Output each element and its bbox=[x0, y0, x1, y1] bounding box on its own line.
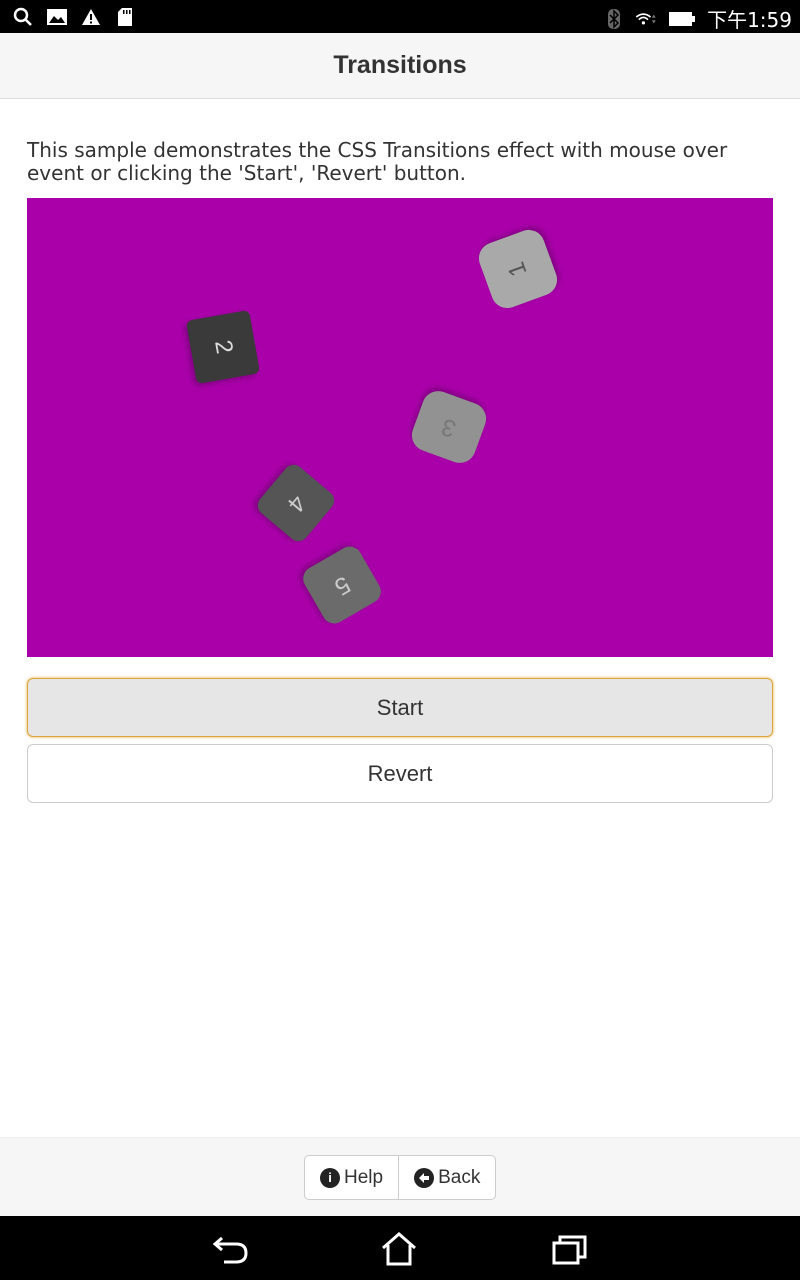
footer-button-group: i Help Back bbox=[304, 1155, 497, 1200]
page-title: Transitions bbox=[333, 51, 467, 79]
back-icon[interactable] bbox=[208, 1230, 252, 1268]
tile-3-label: 3 bbox=[437, 412, 460, 443]
status-bar: 下午1:59 bbox=[0, 0, 800, 33]
tile-1-label: 1 bbox=[502, 258, 533, 281]
tile-5[interactable]: 5 bbox=[298, 542, 386, 628]
tile-4-label: 4 bbox=[281, 489, 312, 518]
sd-card-icon bbox=[114, 6, 136, 28]
tile-3[interactable]: 3 bbox=[407, 386, 491, 468]
transition-stage[interactable]: 1 2 3 4 5 bbox=[27, 198, 773, 657]
home-icon[interactable] bbox=[377, 1230, 421, 1268]
tile-4[interactable]: 4 bbox=[253, 460, 339, 546]
battery-icon bbox=[667, 8, 697, 30]
bluetooth-icon bbox=[603, 8, 625, 30]
tile-2-label: 2 bbox=[209, 337, 238, 356]
tile-1[interactable]: 1 bbox=[474, 225, 562, 313]
recent-apps-icon[interactable] bbox=[548, 1230, 592, 1268]
page-header: Transitions bbox=[0, 33, 800, 99]
start-button[interactable]: Start bbox=[27, 678, 773, 737]
help-button[interactable]: i Help bbox=[305, 1156, 398, 1199]
back-button[interactable]: Back bbox=[398, 1156, 495, 1199]
footer-toolbar: i Help Back bbox=[0, 1137, 800, 1216]
system-nav-bar bbox=[0, 1216, 800, 1280]
revert-button[interactable]: Revert bbox=[27, 744, 773, 803]
back-label: Back bbox=[438, 1166, 481, 1188]
description-text: This sample demonstrates the CSS Transit… bbox=[27, 138, 728, 185]
info-icon: i bbox=[320, 1167, 340, 1188]
help-label: Help bbox=[344, 1166, 384, 1188]
tile-2[interactable]: 2 bbox=[185, 309, 261, 385]
tile-5-label: 5 bbox=[329, 570, 355, 601]
warning-icon bbox=[80, 6, 102, 28]
image-icon bbox=[46, 6, 68, 28]
status-time: 下午1:59 bbox=[707, 8, 792, 32]
search-icon bbox=[12, 6, 34, 28]
arrow-left-icon bbox=[414, 1167, 435, 1188]
wifi-icon bbox=[635, 8, 657, 30]
